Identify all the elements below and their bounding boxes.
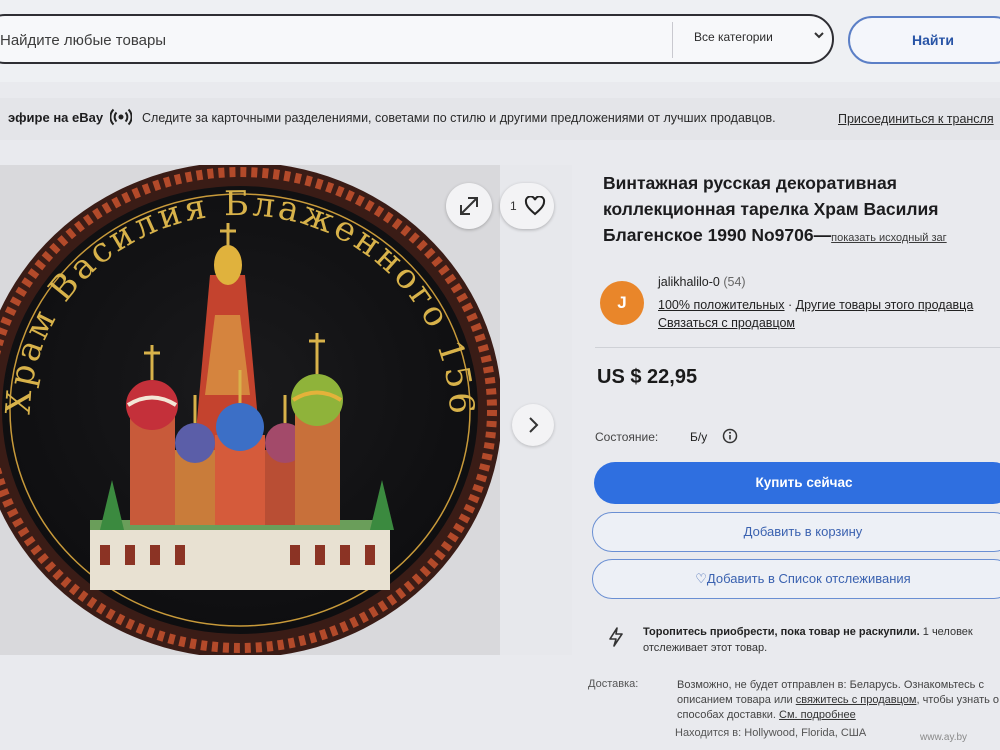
live-text: Следите за карточными разделениями, сове… xyxy=(142,111,776,125)
expand-icon xyxy=(460,197,478,215)
seller-stats: 100% положительных · Другие товары этого… xyxy=(658,298,973,312)
seller-separator: · xyxy=(784,298,796,312)
item-title: Винтажная русская декоративная коллекцио… xyxy=(603,170,1000,251)
item-price: US $ 22,95 xyxy=(597,366,698,388)
chevron-right-icon xyxy=(529,417,539,433)
chevron-down-icon[interactable] xyxy=(812,28,826,42)
buy-now-button[interactable]: Купить сейчас xyxy=(594,462,1000,504)
expand-button[interactable] xyxy=(446,183,492,229)
condition-value: Б/у xyxy=(690,430,708,444)
seller-feedback-count: (54) xyxy=(723,275,746,289)
contact-seller-link[interactable]: Связаться с продавцом xyxy=(658,316,795,330)
seller-positive-link[interactable]: 100% положительных xyxy=(658,298,785,312)
category-divider xyxy=(672,22,673,58)
shipping-more-link[interactable]: См. подробнее xyxy=(779,709,856,721)
shipping-label: Доставка: xyxy=(588,678,639,690)
search-button[interactable]: Найти xyxy=(848,16,1000,64)
favorite-button[interactable]: 1 xyxy=(500,183,554,229)
hurry-notice: Торопитесь приобрести, пока товар не рас… xyxy=(643,624,1000,656)
seller-name[interactable]: jalikhalilo-0 (54) xyxy=(658,275,746,289)
shipping-contact-seller-link[interactable]: свяжитесь с продавцом xyxy=(796,694,917,706)
heart-icon xyxy=(524,196,546,216)
search-box[interactable]: Все категории xyxy=(0,14,834,64)
seller-avatar[interactable]: J xyxy=(600,281,644,325)
plate-illustration: Храм Василия Блаженного 1561 xyxy=(0,134,502,658)
divider xyxy=(595,347,1000,348)
next-image-button[interactable] xyxy=(512,404,554,446)
seller-other-items-link[interactable]: Другие товары этого продавца xyxy=(796,298,974,312)
join-broadcast-link[interactable]: Присоединиться к трансля xyxy=(838,112,994,126)
lightning-icon xyxy=(609,627,623,647)
watermark: www.ay.by xyxy=(920,732,968,743)
shipping-text: Возможно, не будет отправлен в: Беларусь… xyxy=(677,678,1000,723)
live-label: эфире на eBay xyxy=(8,110,104,125)
category-select[interactable]: Все категории xyxy=(694,30,773,44)
product-image[interactable]: Храм Василия Блаженного 1561 xyxy=(0,134,502,658)
condition-label: Состояние: xyxy=(595,430,659,444)
item-location: Находится в: Hollywood, Florida, США xyxy=(675,727,867,739)
hurry-bold: Торопитесь приобрести, пока товар не рас… xyxy=(643,626,920,638)
search-input[interactable] xyxy=(0,28,640,52)
live-banner: эфире на eBay Следите за карточными разд… xyxy=(0,98,1000,140)
header: Все категории Найти xyxy=(0,0,1000,82)
favorite-count: 1 xyxy=(510,199,517,213)
seller-username[interactable]: jalikhalilo-0 xyxy=(658,275,720,289)
add-to-cart-button[interactable]: Добавить в корзину xyxy=(592,512,1000,552)
show-original-title-link[interactable]: показать исходный заг xyxy=(831,232,947,244)
info-icon[interactable] xyxy=(722,428,738,444)
add-to-watchlist-button[interactable]: ♡Добавить в Список отслеживания xyxy=(592,559,1000,599)
broadcast-icon xyxy=(110,108,132,126)
